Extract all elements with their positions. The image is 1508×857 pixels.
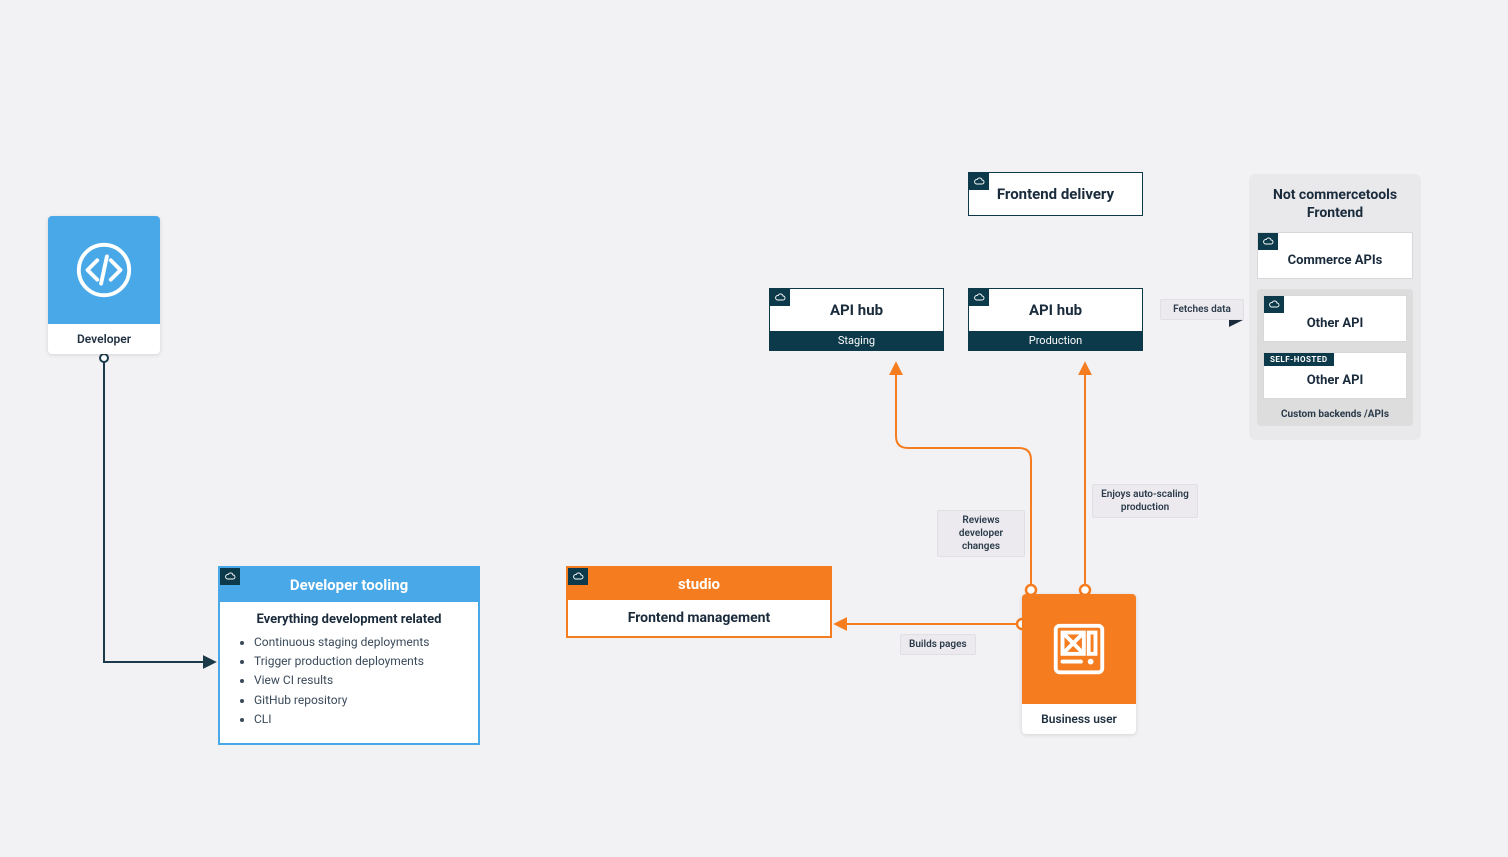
developer-card: Developer — [48, 216, 160, 354]
reviews-changes-label: Reviews developer changes — [937, 510, 1025, 557]
code-icon — [48, 216, 160, 324]
fetches-data-label: Fetches data — [1160, 299, 1244, 320]
api-hub-env: Staging — [770, 331, 943, 350]
api-hub-staging-card: API hub Staging — [769, 288, 944, 351]
cloud-icon — [969, 173, 989, 190]
business-user-card: Business user — [1022, 594, 1136, 734]
frontend-delivery-title: Frontend delivery — [969, 173, 1142, 215]
enjoys-scaling-label: Enjoys auto-scaling production — [1092, 484, 1198, 518]
cloud-icon — [770, 289, 790, 306]
api-hub-env: Production — [969, 331, 1142, 350]
studio-title: studio — [568, 568, 830, 600]
self-hosted-badge: SELF-HOSTED — [1264, 353, 1334, 366]
api-hub-title: API hub — [969, 289, 1142, 331]
developer-tooling-card: Developer tooling Everything development… — [218, 566, 480, 745]
architecture-diagram: Developer Developer tooling Everything d… — [0, 0, 1508, 857]
other-api-cloud-box: Other API — [1263, 295, 1407, 342]
cloud-icon — [1264, 296, 1284, 313]
cloud-icon — [568, 568, 588, 585]
tooling-item: GitHub repository — [254, 691, 478, 710]
studio-card: studio Frontend management — [566, 566, 832, 638]
panel-heading: Not commercetools Frontend — [1257, 186, 1413, 222]
builds-pages-label: Builds pages — [900, 634, 976, 655]
developer-label: Developer — [48, 324, 160, 354]
other-api-label: Other API — [1264, 296, 1406, 341]
custom-backends-group: Other API SELF-HOSTED Other API Custom b… — [1257, 289, 1413, 426]
cloud-icon — [969, 289, 989, 306]
other-api-self-hosted-box: SELF-HOSTED Other API — [1263, 352, 1407, 399]
not-commercetools-panel: Not commercetools Frontend Commerce APIs… — [1249, 174, 1421, 440]
business-user-label: Business user — [1022, 704, 1136, 734]
cloud-icon — [1258, 233, 1278, 250]
tooling-item: Trigger production deployments — [254, 652, 478, 671]
studio-subtitle: Frontend management — [568, 600, 830, 636]
tooling-title: Developer tooling — [220, 568, 478, 602]
commerce-apis-box: Commerce APIs — [1257, 232, 1413, 279]
frontend-delivery-card: Frontend delivery — [968, 172, 1143, 216]
custom-backends-label: Custom backends /APIs — [1263, 409, 1407, 420]
tooling-item: CLI — [254, 710, 478, 729]
tooling-subtitle: Everything development related — [220, 602, 478, 633]
tooling-item: Continuous staging deployments — [254, 633, 478, 652]
api-hub-production-card: API hub Production — [968, 288, 1143, 351]
commerce-apis-label: Commerce APIs — [1258, 233, 1412, 278]
tooling-list: Continuous staging deployments Trigger p… — [254, 633, 478, 729]
api-hub-title: API hub — [770, 289, 943, 331]
cloud-icon — [220, 568, 240, 585]
tooling-item: View CI results — [254, 671, 478, 690]
layout-icon — [1022, 594, 1136, 704]
